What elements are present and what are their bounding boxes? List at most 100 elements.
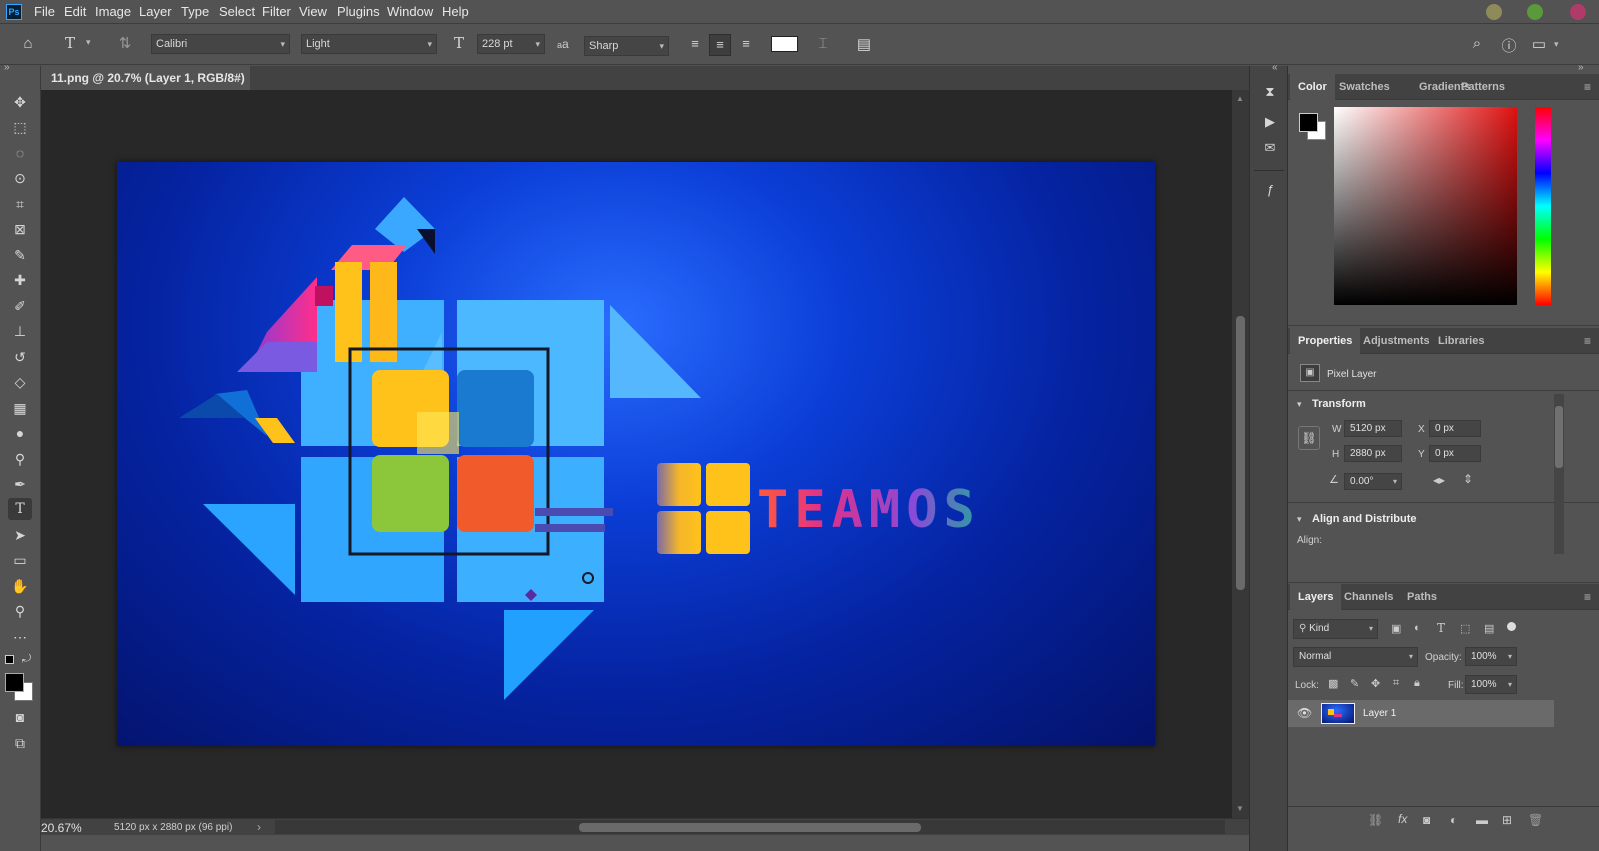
default-colors-icon[interactable] [5,655,14,664]
tab-color[interactable]: Color [1290,74,1335,100]
properties-scrollbar-thumb[interactable] [1555,406,1563,468]
new-adjustment-layer-icon[interactable]: ◐ [1450,813,1457,827]
brush-tool-icon[interactable]: ✐ [8,295,32,317]
hand-tool-icon[interactable]: ✋ [8,575,32,597]
menu-image[interactable]: Image [95,4,131,19]
quick-mask-icon[interactable]: ◙ [8,706,32,728]
align-distribute-title[interactable]: Align and Distribute [1312,513,1417,525]
color-foreground-swatch[interactable] [1299,113,1318,132]
transform-section-title[interactable]: Transform [1312,398,1366,410]
chevron-down-icon[interactable]: ▾ [86,37,91,48]
menu-filter[interactable]: Filter [262,4,291,19]
lock-position-icon[interactable]: ✥ [1371,677,1380,690]
gradient-tool-icon[interactable]: ▦ [8,397,32,419]
font-style-select[interactable]: Light ▾ [301,34,437,54]
history-icon[interactable]: ⧗ [1260,84,1280,100]
quick-select-tool-icon[interactable]: ⊙ [8,167,32,189]
tab-properties[interactable]: Properties [1290,328,1361,354]
tab-channels[interactable]: Channels [1336,584,1402,610]
menu-select[interactable]: Select [219,4,255,19]
canvas-area[interactable]: TEAMOS [41,90,1232,818]
lasso-tool-icon[interactable]: ◌ [8,142,32,164]
color-saturation-field[interactable] [1334,107,1517,305]
layer-row[interactable]: 👁︎ Layer 1 [1288,700,1554,727]
panel-menu-icon[interactable]: ≡ [1584,590,1591,604]
eyedropper-tool-icon[interactable]: ✎ [8,244,32,266]
filter-shape-icon[interactable]: ⬚ [1460,622,1470,635]
character-panel-icon[interactable]: ▤ [855,35,873,53]
menu-plugins[interactable]: Plugins [337,4,380,19]
close-tab-icon[interactable]: × [233,68,240,88]
rectangle-tool-icon[interactable]: ▭ [8,549,32,571]
search-icon[interactable]: ⌕ [1468,35,1486,52]
minimize-button[interactable] [1486,4,1502,20]
workspace-icon[interactable]: ▭ [1530,35,1548,53]
history-brush-tool-icon[interactable]: ↺ [8,346,32,368]
canvas-vertical-scrollbar[interactable]: ▲ ▼ [1232,90,1249,818]
type-tool-icon[interactable]: T [8,498,32,520]
opacity-field[interactable]: 100% ▾ [1465,647,1517,666]
y-field[interactable]: 0 px [1429,445,1481,462]
canvas-horizontal-scrollbar[interactable] [275,820,1225,834]
chevron-down-icon[interactable]: ▾ [1297,514,1302,525]
chevron-down-icon[interactable]: ▾ [1554,39,1559,50]
pen-tool-icon[interactable]: ✒ [8,473,32,495]
zoom-tool-icon[interactable]: ⚲ [8,600,32,622]
fill-field[interactable]: 100% ▾ [1465,675,1517,694]
font-size-select[interactable]: 228 pt ▾ [477,34,545,54]
link-dimensions-icon[interactable]: ⛓ [1298,426,1320,450]
filter-adjustment-icon[interactable]: ◐ [1414,622,1421,634]
scrollbar-thumb[interactable] [1236,316,1245,590]
new-group-icon[interactable]: ▬ [1476,813,1488,827]
chevron-down-icon[interactable]: ▾ [1297,399,1302,410]
scroll-down-icon[interactable]: ▼ [1236,804,1244,813]
layer-style-fx-icon[interactable]: fx [1398,812,1407,826]
blur-tool-icon[interactable]: ● [8,422,32,444]
clone-stamp-tool-icon[interactable]: ⊥ [8,320,32,342]
crop-tool-icon[interactable]: ⌗ [8,193,32,215]
filter-type-icon[interactable]: T [1437,621,1445,635]
foreground-color-swatch[interactable] [5,673,24,692]
new-layer-icon[interactable]: ⊞ [1502,813,1512,827]
align-center-icon[interactable]: ≡ [709,34,731,56]
collapse-icon[interactable]: » [4,62,10,73]
swap-colors-icon[interactable]: ⤾ [22,653,31,666]
flip-horizontal-icon[interactable]: ◂▸ [1433,473,1445,487]
collapse-icon[interactable]: » [1578,62,1584,73]
actions-play-icon[interactable]: ▶ [1260,114,1280,130]
status-menu-arrow[interactable]: › [257,820,261,834]
tab-patterns[interactable]: Patterns [1453,74,1513,100]
antialias-select[interactable]: Sharp ▾ [584,36,669,56]
help-icon[interactable]: ⓘ [1500,35,1518,56]
lock-artboard-icon[interactable]: ⌗ [1393,677,1399,690]
blend-mode-select[interactable]: Normal ▾ [1293,647,1418,667]
marquee-tool-icon[interactable]: ⬚ [8,116,32,138]
add-mask-icon[interactable]: ◙ [1423,813,1430,827]
move-tool-icon[interactable]: ✥ [8,91,32,113]
eraser-tool-icon[interactable]: ◇ [8,371,32,393]
menu-edit[interactable]: Edit [64,4,86,19]
collapse-icon[interactable]: « [1272,62,1278,73]
menu-view[interactable]: View [299,4,327,19]
screen-mode-icon[interactable]: ⧉ [8,732,32,754]
height-field[interactable]: 2880 px [1344,445,1402,462]
scroll-up-icon[interactable]: ▲ [1236,94,1244,103]
filter-pixel-icon[interactable]: ▣ [1391,622,1401,635]
lock-all-icon[interactable]: 🔒︎ [1414,677,1420,690]
menu-type[interactable]: Type [181,4,209,19]
warp-text-icon[interactable]: ⌶ [814,35,832,52]
styles-fx-icon[interactable]: ƒ [1260,182,1280,197]
link-layers-icon[interactable]: ⛓ [1368,813,1383,827]
home-icon[interactable]: ⌂ [18,35,38,52]
panel-menu-icon[interactable]: ≡ [1584,80,1591,94]
document-info[interactable]: 5120 px x 2880 px (96 ppi) [114,822,232,833]
tab-swatches[interactable]: Swatches [1331,74,1398,100]
menu-window[interactable]: Window [387,4,433,19]
flip-vertical-icon[interactable]: ⇕ [1463,472,1473,486]
menu-file[interactable]: File [34,4,55,19]
hue-slider[interactable] [1535,107,1551,305]
document-canvas[interactable]: TEAMOS [117,162,1155,746]
maximize-button[interactable] [1527,4,1543,20]
filter-smart-object-icon[interactable]: ▤ [1484,622,1494,635]
comments-icon[interactable]: ✉ [1260,140,1280,156]
